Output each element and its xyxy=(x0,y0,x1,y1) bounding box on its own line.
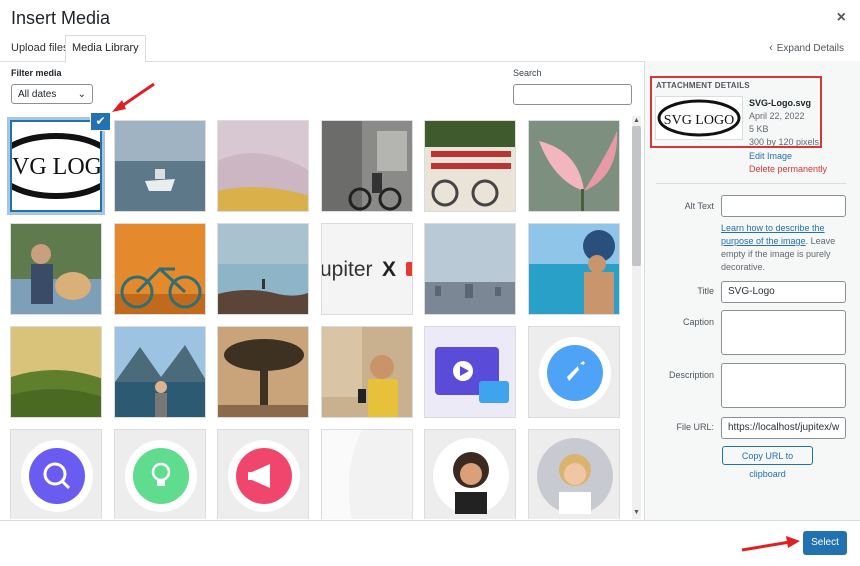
media-tile-video-illustration[interactable] xyxy=(424,326,516,418)
search-input[interactable] xyxy=(513,84,632,105)
caption-textarea[interactable] xyxy=(721,310,846,355)
media-tile-avatar-woman-curly[interactable] xyxy=(424,429,516,519)
media-tile-rice-terraces[interactable] xyxy=(10,326,102,418)
media-tile-orange-bicycle[interactable] xyxy=(114,223,206,315)
file-url-label: File URL: xyxy=(676,422,714,432)
attachment-dimensions: 300 by 120 pixels xyxy=(749,137,820,147)
media-tile-sand-dunes[interactable] xyxy=(217,120,309,212)
modal-title: Insert Media xyxy=(11,8,111,28)
alt-text-input[interactable] xyxy=(721,195,846,217)
chevron-down-icon: ⌄ xyxy=(77,89,86,100)
select-button[interactable]: Select xyxy=(803,531,847,555)
svg-logo-text: VG LOG xyxy=(12,154,100,180)
title-label: Title xyxy=(697,286,714,296)
modal-toolbar xyxy=(0,520,860,566)
jupiterx-x: X xyxy=(382,258,396,281)
title-input[interactable]: SVG-Logo xyxy=(721,281,846,303)
attachment-filename: SVG-Logo.svg xyxy=(749,98,812,108)
expand-details-label: Expand Details xyxy=(776,43,844,54)
media-grid: VG LOG upiter X xyxy=(0,113,628,519)
filter-media-label: Filter media xyxy=(11,68,62,78)
description-textarea[interactable] xyxy=(721,363,846,408)
media-tile-boat[interactable] xyxy=(114,120,206,212)
caption-label: Caption xyxy=(682,317,714,327)
attachment-date: April 22, 2022 xyxy=(749,111,805,121)
media-tile-placeholder[interactable] xyxy=(321,429,413,519)
close-icon[interactable]: × xyxy=(837,9,846,27)
media-tile-man-with-dog[interactable] xyxy=(10,223,102,315)
date-filter-select[interactable]: All dates ⌄ xyxy=(11,84,93,104)
media-tile-rock-sunset[interactable] xyxy=(217,223,309,315)
delete-permanently-link[interactable]: Delete permanently xyxy=(749,164,827,174)
media-tile-bicycle-house[interactable] xyxy=(424,120,516,212)
media-tile-search-chart-circle[interactable] xyxy=(10,429,102,519)
media-tile-megaphone-circle[interactable] xyxy=(217,429,309,519)
description-label: Description xyxy=(668,370,714,380)
chevron-left-icon: ‹ xyxy=(769,42,773,54)
media-tile-rocket-circle[interactable] xyxy=(528,326,620,418)
file-url-input[interactable]: https://localhost/jupitex/w xyxy=(721,417,846,439)
date-filter-value: All dates xyxy=(18,89,57,100)
scroll-up-icon[interactable]: ▲ xyxy=(632,117,641,124)
expand-details-link[interactable]: ‹ Expand Details xyxy=(769,42,844,54)
media-tile-city-skyline[interactable] xyxy=(424,223,516,315)
media-tile-street-cyclist[interactable] xyxy=(321,120,413,212)
annotation-arrow-icon xyxy=(112,82,155,112)
alt-text-label: Alt Text xyxy=(684,201,714,211)
attachment-details-heading: ATTACHMENT DETAILS xyxy=(656,81,750,90)
media-tabs: Upload files Media Library xyxy=(0,35,860,63)
svg-logo-thumb: VG LOG xyxy=(12,133,100,199)
svg-logo-thumb-small: SVG LOGO xyxy=(657,99,741,137)
search-label: Search xyxy=(513,68,542,78)
copy-url-button[interactable]: Copy URL to clipboard xyxy=(722,446,813,479)
media-tile-avatar-woman-blonde[interactable] xyxy=(528,429,620,519)
media-tile-pool-woman[interactable] xyxy=(528,223,620,315)
scrollbar-thumb[interactable] xyxy=(632,126,641,266)
media-tile-pink-flower[interactable] xyxy=(528,120,620,212)
annotation-arrow-icon-2 xyxy=(741,536,800,552)
attachment-size: 5 KB xyxy=(749,124,769,134)
media-tile-lightbulb-circle[interactable] xyxy=(114,429,206,519)
attachment-thumbnail: SVG LOGO xyxy=(655,96,743,140)
sidebar-divider xyxy=(656,183,846,184)
scroll-down-icon[interactable]: ▼ xyxy=(632,509,641,516)
edit-image-link[interactable]: Edit Image xyxy=(749,151,792,161)
media-tile-jupiterx-logo[interactable]: upiter X xyxy=(321,223,413,315)
tab-media-library[interactable]: Media Library xyxy=(65,35,146,63)
media-tile-woman-selfie[interactable] xyxy=(321,326,413,418)
media-tile-savanna-tree[interactable] xyxy=(217,326,309,418)
alt-text-help: Learn how to describe the purpose of the… xyxy=(721,222,847,274)
media-tile-mountain-lake-woman[interactable] xyxy=(114,326,206,418)
jupiterx-text: upiter xyxy=(322,258,373,281)
thumb-logo-text: SVG LOGO xyxy=(664,113,734,128)
media-tile-svg-logo[interactable]: VG LOG xyxy=(10,120,102,212)
